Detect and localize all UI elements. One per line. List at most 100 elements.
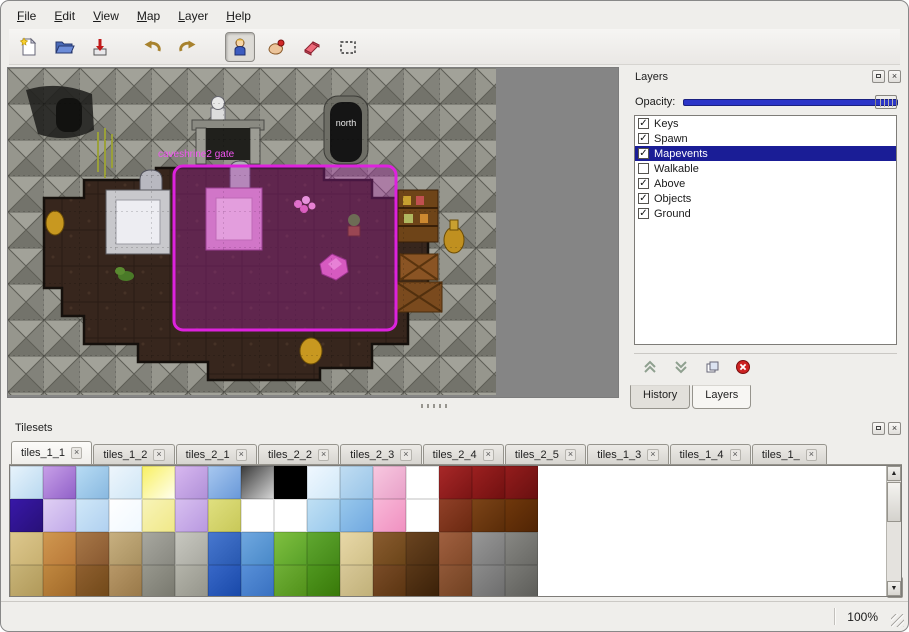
tile[interactable] bbox=[439, 532, 472, 565]
tile[interactable] bbox=[274, 499, 307, 532]
layer-row-objects[interactable]: ✓Objects bbox=[635, 191, 896, 206]
tile[interactable] bbox=[208, 499, 241, 532]
eraser-tool-button[interactable] bbox=[297, 32, 327, 62]
tile[interactable] bbox=[373, 565, 406, 597]
tile[interactable] bbox=[472, 532, 505, 565]
tile[interactable] bbox=[109, 532, 142, 565]
new-file-button[interactable] bbox=[13, 32, 43, 62]
tile[interactable] bbox=[439, 565, 472, 597]
menu-map[interactable]: Map bbox=[129, 6, 168, 26]
duplicate-layer-button[interactable] bbox=[704, 359, 720, 375]
tile[interactable] bbox=[43, 532, 76, 565]
layer-row-spawn[interactable]: ✓Spawn bbox=[635, 131, 896, 146]
layer-visibility-checkbox[interactable]: ✓ bbox=[638, 118, 649, 129]
tile[interactable] bbox=[142, 565, 175, 597]
tile[interactable] bbox=[274, 532, 307, 565]
close-tab-icon[interactable]: × bbox=[483, 449, 494, 461]
layer-visibility-checkbox[interactable]: ✓ bbox=[638, 148, 649, 159]
raise-layer-button[interactable] bbox=[642, 359, 658, 375]
opacity-slider[interactable] bbox=[683, 94, 898, 110]
tile[interactable] bbox=[208, 466, 241, 499]
tile[interactable] bbox=[439, 466, 472, 499]
layer-row-above[interactable]: ✓Above bbox=[635, 176, 896, 191]
tile[interactable] bbox=[10, 565, 43, 597]
close-tab-icon[interactable]: × bbox=[318, 449, 329, 461]
opacity-slider-handle[interactable] bbox=[875, 95, 897, 109]
tile[interactable] bbox=[175, 565, 208, 597]
tile[interactable] bbox=[208, 532, 241, 565]
tile[interactable] bbox=[76, 499, 109, 532]
layer-visibility-checkbox[interactable]: ✓ bbox=[638, 208, 649, 219]
tile[interactable] bbox=[505, 499, 538, 532]
delete-layer-button[interactable] bbox=[735, 359, 751, 375]
tile[interactable] bbox=[406, 499, 439, 532]
tile[interactable] bbox=[274, 565, 307, 597]
resize-grip-icon[interactable] bbox=[891, 614, 904, 627]
open-button[interactable] bbox=[49, 32, 79, 62]
tileset-tab-tiles_2_3[interactable]: tiles_2_3× bbox=[340, 444, 421, 464]
menu-help[interactable]: Help bbox=[218, 6, 259, 26]
close-tab-icon[interactable]: × bbox=[647, 449, 658, 461]
menu-view[interactable]: View bbox=[85, 6, 127, 26]
tile[interactable] bbox=[175, 466, 208, 499]
tile[interactable] bbox=[142, 532, 175, 565]
save-import-button[interactable] bbox=[85, 32, 115, 62]
tile[interactable] bbox=[373, 532, 406, 565]
tile[interactable] bbox=[307, 565, 340, 597]
tileset-tab-tiles_1_3[interactable]: tiles_1_3× bbox=[587, 444, 668, 464]
layer-row-mapevents[interactable]: ✓Mapevents bbox=[635, 146, 896, 161]
tile[interactable] bbox=[340, 499, 373, 532]
tile[interactable] bbox=[175, 532, 208, 565]
tile[interactable] bbox=[43, 499, 76, 532]
tile[interactable] bbox=[307, 499, 340, 532]
tile[interactable] bbox=[505, 532, 538, 565]
layer-visibility-checkbox[interactable]: ✓ bbox=[638, 133, 649, 144]
close-tab-icon[interactable]: × bbox=[806, 449, 817, 461]
tile[interactable] bbox=[472, 499, 505, 532]
tile[interactable] bbox=[76, 466, 109, 499]
tile[interactable] bbox=[307, 466, 340, 499]
tileset-tab-tiles_1_2[interactable]: tiles_1_2× bbox=[93, 444, 174, 464]
layer-row-ground[interactable]: ✓Ground bbox=[635, 206, 896, 221]
tile[interactable] bbox=[109, 565, 142, 597]
float-panel-button[interactable] bbox=[872, 422, 885, 435]
selection-rectangle[interactable] bbox=[174, 166, 396, 330]
map-canvas[interactable]: caveshrine2 gate north bbox=[8, 68, 618, 397]
close-panel-button[interactable]: × bbox=[888, 70, 901, 83]
tile[interactable] bbox=[472, 565, 505, 597]
close-panel-button[interactable]: × bbox=[888, 422, 901, 435]
menu-layer[interactable]: Layer bbox=[170, 6, 216, 26]
tile[interactable] bbox=[76, 565, 109, 597]
menu-edit[interactable]: Edit bbox=[46, 6, 83, 26]
select-tool-button[interactable] bbox=[333, 32, 363, 62]
layer-visibility-checkbox[interactable] bbox=[638, 163, 649, 174]
tab-layers[interactable]: Layers bbox=[692, 385, 751, 409]
tile[interactable] bbox=[472, 466, 505, 499]
tile[interactable] bbox=[406, 532, 439, 565]
tile[interactable] bbox=[307, 532, 340, 565]
stamp-tool-button[interactable] bbox=[225, 32, 255, 62]
tile[interactable] bbox=[241, 466, 274, 499]
tab-history[interactable]: History bbox=[630, 385, 690, 409]
tile[interactable] bbox=[208, 565, 241, 597]
tile[interactable] bbox=[505, 565, 538, 597]
redo-button[interactable] bbox=[173, 32, 203, 62]
horizontal-splitter[interactable] bbox=[7, 401, 619, 411]
lower-layer-button[interactable] bbox=[673, 359, 689, 375]
close-tab-icon[interactable]: × bbox=[153, 449, 164, 461]
tileset-tab-tiles_1_4[interactable]: tiles_1_4× bbox=[670, 444, 751, 464]
layer-visibility-checkbox[interactable]: ✓ bbox=[638, 178, 649, 189]
tile[interactable] bbox=[241, 499, 274, 532]
scroll-up-button[interactable]: ▲ bbox=[887, 466, 901, 481]
close-tab-icon[interactable]: × bbox=[400, 449, 411, 461]
tile[interactable] bbox=[274, 466, 307, 499]
tileset-tab-tiles_2_4[interactable]: tiles_2_4× bbox=[423, 444, 504, 464]
tile[interactable] bbox=[10, 466, 43, 499]
close-tab-icon[interactable]: × bbox=[236, 449, 247, 461]
tile[interactable] bbox=[241, 532, 274, 565]
tile[interactable] bbox=[439, 499, 472, 532]
tileset-scrollbar[interactable]: ▲ ▼ bbox=[886, 466, 901, 596]
tile[interactable] bbox=[10, 499, 43, 532]
menu-file[interactable]: File bbox=[9, 6, 44, 26]
tile[interactable] bbox=[10, 532, 43, 565]
